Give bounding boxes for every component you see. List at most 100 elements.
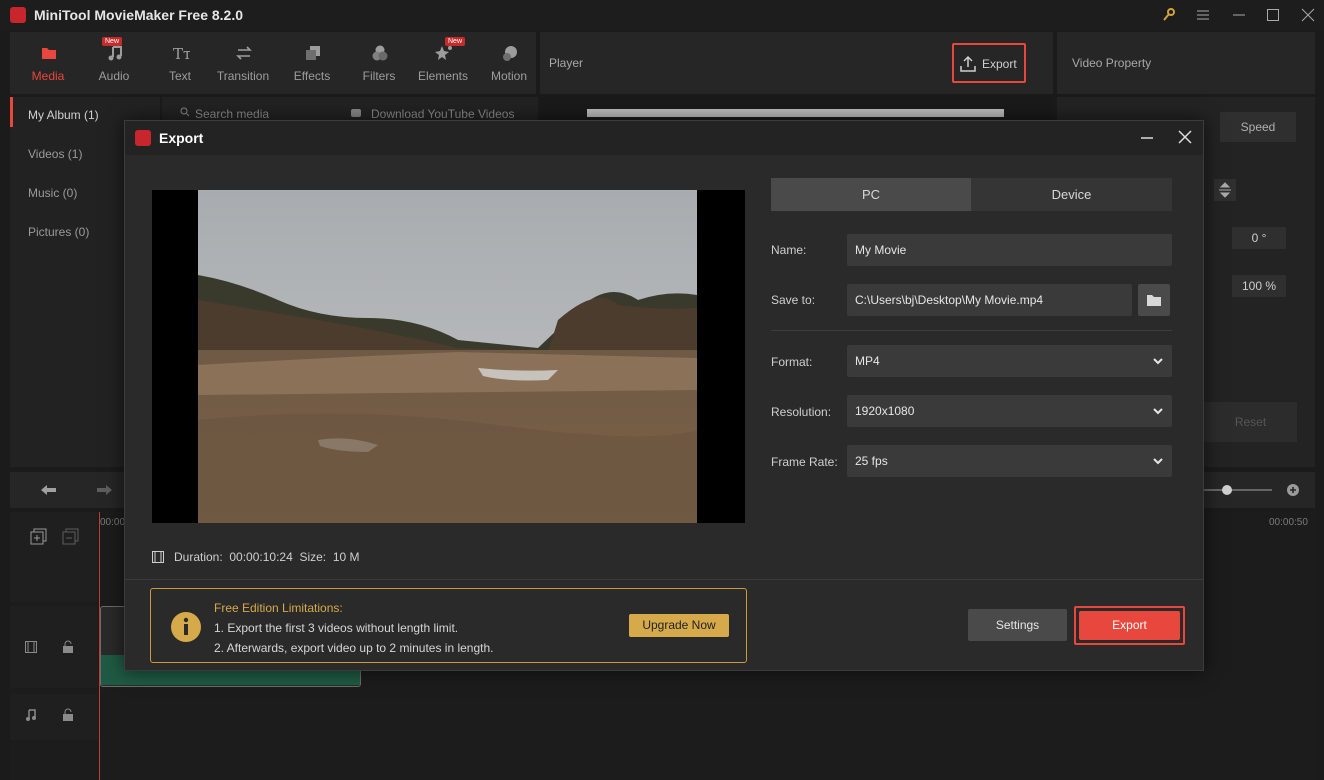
name-label: Name: [771,243,807,257]
film-icon [152,551,164,563]
resolution-value: 1920x1080 [855,404,915,418]
title-bar: MiniTool MovieMaker Free 8.2.0 [0,0,1324,30]
app-title: MiniTool MovieMaker Free 8.2.0 [34,7,244,23]
rotation-value[interactable]: 0 ° [1232,227,1286,249]
frame-rate-value: 25 fps [855,454,888,468]
tab-pc[interactable]: PC [771,178,971,211]
video-property-header: Video Property [1057,32,1315,94]
reset-button[interactable]: Reset [1204,402,1297,442]
tool-label: Filters [362,69,396,83]
limitations-line-2: 2. Afterwards, export video up to 2 minu… [214,641,494,655]
tool-transition[interactable]: Transition [210,32,276,94]
folder-icon [40,44,58,62]
export-button-highlight: Export [1074,606,1185,645]
upload-icon [959,55,977,73]
export-dialog-header: Export [125,121,1203,155]
sidebar-item-videos[interactable]: Videos (1) [28,147,82,161]
tool-media[interactable]: Media [15,32,81,94]
preview-landscape-image [198,190,697,523]
sidebar-item-music[interactable]: Music (0) [28,186,77,200]
tool-label: Effects [293,69,331,83]
download-icon [350,107,362,119]
close-icon[interactable] [1297,5,1319,25]
resolution-select[interactable]: 1920x1080 [847,395,1172,427]
text-icon: Tт [172,44,190,62]
menu-icon[interactable] [1192,5,1214,25]
chevron-down-icon [1152,405,1164,417]
format-select[interactable]: MP4 [847,345,1172,377]
settings-button[interactable]: Settings [968,609,1067,641]
elements-stars-icon [435,44,453,62]
search-input[interactable]: Search media [195,107,269,121]
tab-speed[interactable]: Speed [1220,112,1296,142]
remove-track-icon[interactable] [62,528,80,546]
format-label: Format: [771,355,813,369]
lock-icon[interactable] [62,640,74,654]
svg-text:Tт: Tт [173,45,190,62]
top-export-label: Export [982,57,1017,71]
audio-track-header [10,694,98,740]
export-dialog: Export Duration: 00:00:10:24 Size: 10 M … [124,120,1204,671]
timeline-end-time: 00:00:50 [1269,517,1308,528]
zoom-slider[interactable] [1200,489,1272,491]
name-field[interactable]: My Movie [847,234,1172,266]
tool-label: Elements [417,69,469,83]
top-export-button[interactable]: Export [952,43,1026,83]
frame-rate-label: Frame Rate: [771,455,838,469]
tool-text[interactable]: Tт Text [147,32,213,94]
tab-device[interactable]: Device [971,178,1172,211]
zoom-in-icon[interactable] [1286,483,1300,497]
duration-label: Duration: [174,550,223,564]
download-youtube-link[interactable]: Download YouTube Videos [371,107,514,121]
sidebar-item-my-album[interactable]: My Album (1) [28,108,99,122]
resolution-label: Resolution: [771,405,832,419]
lock-icon[interactable] [62,708,74,722]
tool-label: Motion [490,69,528,83]
footer-divider [125,579,1203,580]
film-icon [25,641,37,653]
add-track-icon[interactable] [30,528,48,546]
chevron-down-icon [1152,355,1164,367]
sidebar-item-pictures[interactable]: Pictures (0) [28,225,89,239]
export-button[interactable]: Export [1079,611,1180,640]
flip-vertical-icon[interactable] [1214,179,1236,201]
info-icon [170,611,202,643]
duration-info: Duration: 00:00:10:24 Size: 10 M [174,550,360,564]
export-target-tabs: PC Device [771,178,1172,211]
zoom-slider-handle[interactable] [1222,485,1232,495]
save-to-label: Save to: [771,293,816,307]
tool-label: Transition [216,69,270,83]
minimize-icon[interactable] [1228,5,1250,25]
frame-rate-select[interactable]: 25 fps [847,445,1172,477]
music-note-icon [106,44,124,62]
key-icon[interactable] [1158,5,1180,25]
maximize-icon[interactable] [1262,5,1284,25]
limitations-line-1: 1. Export the first 3 videos without len… [214,621,459,635]
player-header: Player Export [540,32,1053,94]
undo-icon[interactable] [40,483,58,497]
size-value: 10 M [332,550,360,564]
app-logo-icon [10,7,26,23]
upgrade-now-button[interactable]: Upgrade Now [629,614,729,637]
browse-folder-button[interactable] [1138,284,1170,316]
close-icon[interactable] [1177,129,1193,145]
tool-audio[interactable]: New Audio [81,32,147,94]
main-toolbar: Media New Audio Tт Text Transition Effec… [10,32,536,94]
active-indicator [10,97,13,127]
chevron-down-icon [1152,455,1164,467]
export-dialog-title: Export [159,130,204,146]
minimize-icon[interactable] [1139,130,1155,146]
tool-elements[interactable]: New Elements [410,32,476,94]
redo-icon[interactable] [95,483,113,497]
tool-motion[interactable]: Motion [476,32,542,94]
video-track-header [10,606,98,688]
tool-effects[interactable]: Effects [279,32,345,94]
folder-icon [1146,293,1162,307]
app-logo-icon [135,130,151,146]
player-preview-strip [587,109,1004,117]
timeline-playhead[interactable] [99,512,100,780]
transition-arrows-icon [235,44,253,62]
save-path-field[interactable]: C:\Users\bj\Desktop\My Movie.mp4 [847,284,1132,316]
tool-filters[interactable]: Filters [346,32,412,94]
scale-value[interactable]: 100 % [1232,275,1286,297]
